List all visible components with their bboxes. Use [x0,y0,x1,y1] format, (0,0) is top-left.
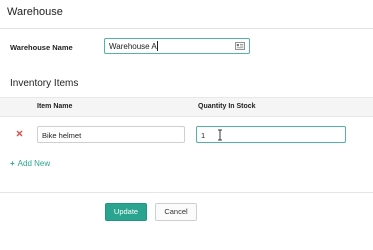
column-header-quantity: Quantity In Stock [198,103,256,110]
footer-divider [0,192,373,193]
warehouse-name-label: Warehouse Name [10,43,73,52]
quantity-value: 1 [201,131,206,140]
quantity-input[interactable]: 1 [196,126,346,143]
update-button[interactable]: Update [105,203,147,221]
inventory-table-header: Item Name Quantity In Stock [0,97,373,117]
warehouse-name-input[interactable]: Warehouse A [104,38,250,54]
page-title: Warehouse [7,6,63,18]
text-cursor-icon [218,129,222,141]
item-name-value: Bike helmet [42,131,82,140]
text-caret [157,41,158,51]
add-new-label: Add New [17,159,51,168]
cancel-button[interactable]: Cancel [155,203,197,221]
add-new-link[interactable]: + Add New [10,159,50,168]
page-header: Warehouse [0,0,373,29]
close-icon[interactable] [16,130,23,137]
card-icon[interactable] [235,42,245,50]
item-name-input[interactable]: Bike helmet [37,126,185,143]
plus-icon: + [10,159,15,168]
column-header-item-name: Item Name [37,103,73,110]
warehouse-name-value: Warehouse A [109,42,157,51]
inventory-section-title: Inventory Items [10,78,79,89]
